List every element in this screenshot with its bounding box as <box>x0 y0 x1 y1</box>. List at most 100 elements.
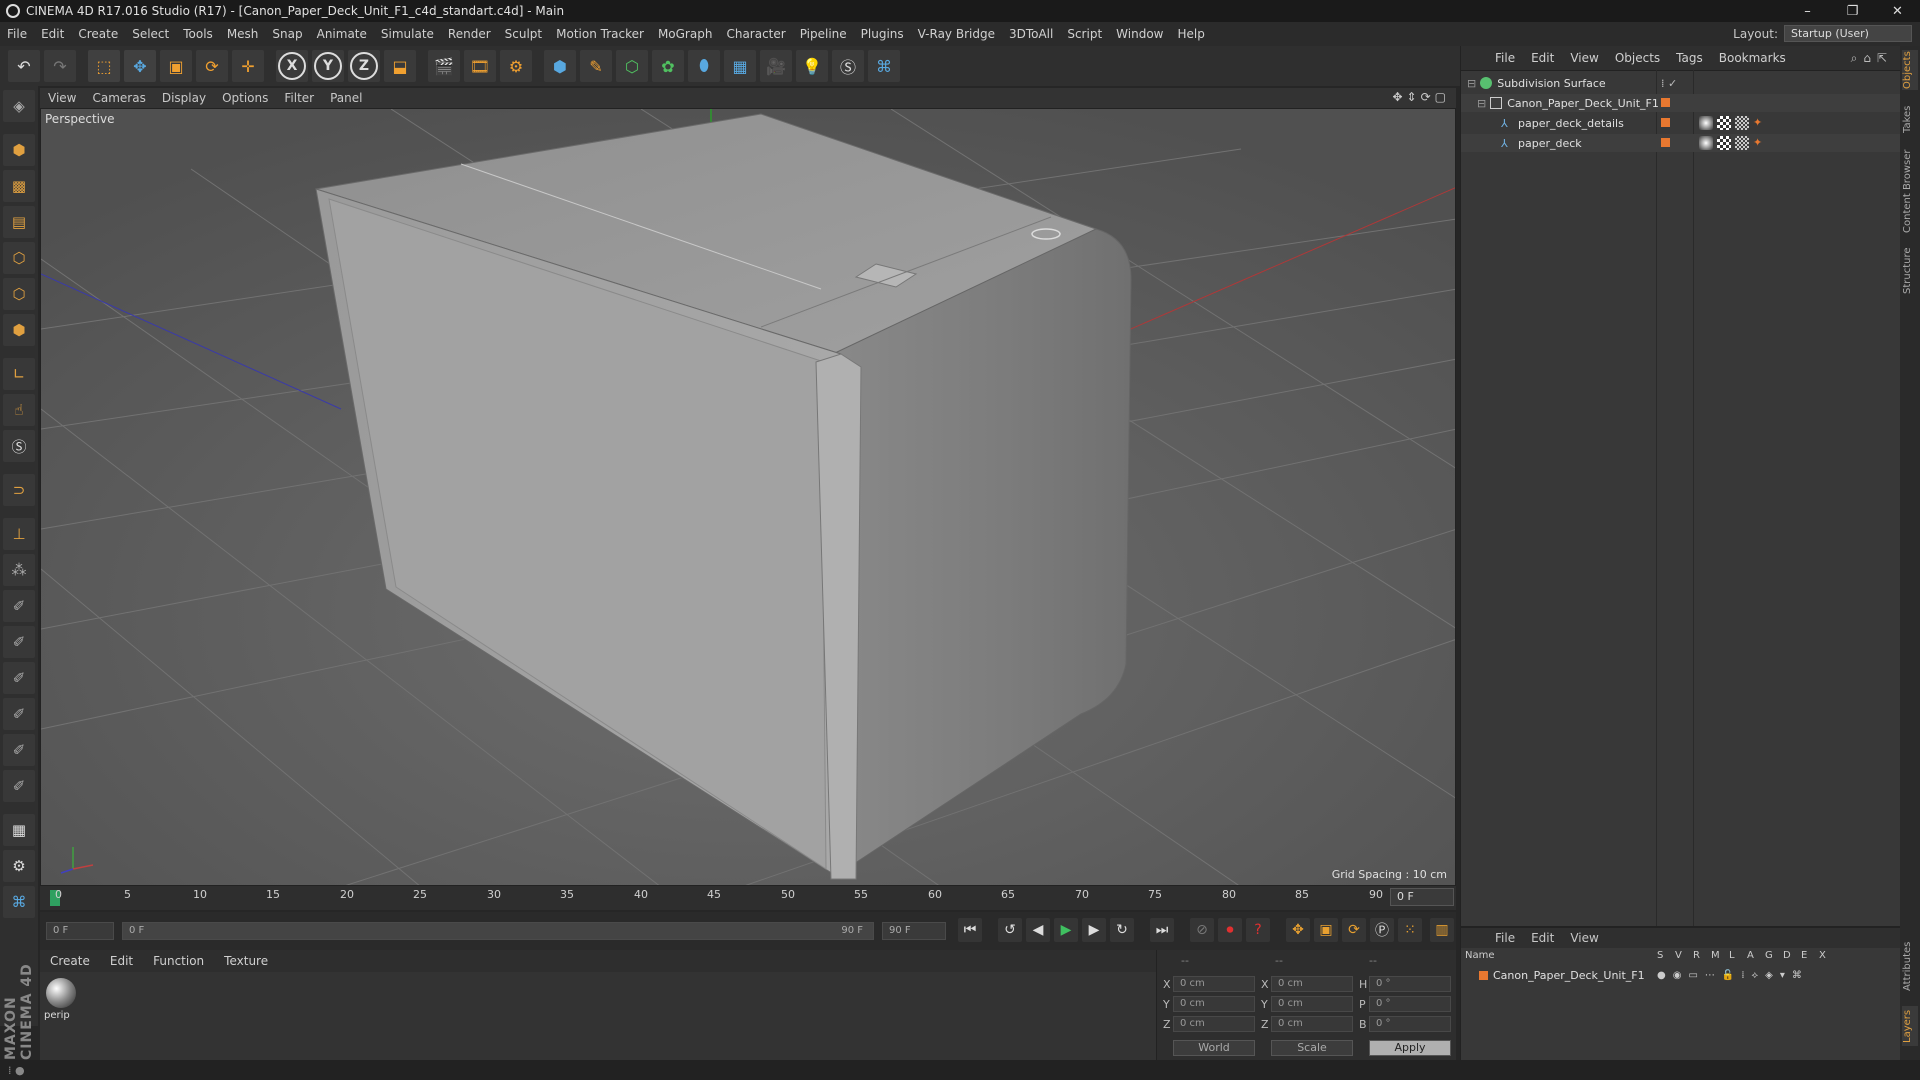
apply-button[interactable]: Apply <box>1369 1040 1451 1056</box>
object-row-paper-deck[interactable]: ⅄ paper_deck ✦ <box>1461 134 1901 152</box>
viewport-menu-filter[interactable]: Filter <box>276 91 322 105</box>
side-tab-takes[interactable]: Takes <box>1902 104 1918 134</box>
autokey-icon[interactable]: ? <box>1246 918 1270 942</box>
side-tab-attributes[interactable]: Attributes <box>1902 936 1918 996</box>
texture-mode-icon[interactable]: ▩ <box>3 170 35 202</box>
make-editable-icon[interactable]: ◈ <box>3 90 35 122</box>
menu-mograph[interactable]: MoGraph <box>651 27 720 41</box>
minimize-button[interactable]: – <box>1785 0 1830 22</box>
coord-size-y-field[interactable]: 0 cm <box>1271 996 1353 1012</box>
next-frame-icon[interactable]: ▶ <box>1082 918 1106 942</box>
objects-menu-bookmarks[interactable]: Bookmarks <box>1711 51 1794 65</box>
go-to-start-icon[interactable]: ⏮ <box>958 918 982 942</box>
spline-pen-icon[interactable]: ✎ <box>580 50 612 82</box>
floor-icon[interactable]: ▦ <box>724 50 756 82</box>
layer-flag-icons[interactable]: ●◉▭⋯🔓⁞⟡◈▾⌘ <box>1657 970 1809 981</box>
menu-vray-bridge[interactable]: V-Ray Bridge <box>911 27 1002 41</box>
motion-record-icon[interactable]: ⊘ <box>1190 918 1214 942</box>
quantize-icon[interactable]: ⁂ <box>3 554 35 586</box>
restore-button[interactable]: ❐ <box>1830 0 1875 22</box>
menu-script[interactable]: Script <box>1060 27 1109 41</box>
phong-tag-icon[interactable]: ✦ <box>1753 116 1767 130</box>
brush-final-icon[interactable]: ✐ <box>3 770 35 802</box>
end-frame-field[interactable]: 90 F <box>882 922 946 940</box>
frame-range-slider[interactable]: 0 F 90 F <box>122 922 874 940</box>
vray-icon[interactable]: Ⓢ <box>832 50 864 82</box>
workplane-mode-icon[interactable]: ▤ <box>3 206 35 238</box>
render-settings-icon[interactable]: ⚙ <box>500 50 532 82</box>
viewport-navigation-icons[interactable]: ✥⇕⟳▢ <box>1392 90 1450 104</box>
last-tool-icon[interactable]: ✛ <box>232 50 264 82</box>
brush-settings-icon[interactable]: ✐ <box>3 698 35 730</box>
polygons-mode-icon[interactable]: ⬢ <box>3 314 35 346</box>
timeline-ruler[interactable]: 0 5 10 15 20 25 30 35 40 45 50 55 60 65 … <box>40 886 1456 910</box>
material-tag-icon[interactable] <box>1699 116 1713 130</box>
viewport-menu-cameras[interactable]: Cameras <box>84 91 153 105</box>
uvw-tag-icon[interactable] <box>1717 136 1731 150</box>
snap-icon[interactable]: Ⓢ <box>3 430 35 462</box>
key-scale-icon[interactable]: ▣ <box>1314 918 1338 942</box>
camera-icon[interactable]: 🎥 <box>760 50 792 82</box>
layout-dropdown[interactable]: Startup (User) <box>1784 25 1912 42</box>
side-tab-structure[interactable]: Structure <box>1902 246 1918 296</box>
coord-size-x-field[interactable]: 0 cm <box>1271 976 1353 992</box>
brush-p-icon[interactable]: ✐ <box>3 590 35 622</box>
objects-menu-view[interactable]: View <box>1562 51 1606 65</box>
material-menu-texture[interactable]: Texture <box>214 954 278 968</box>
coordinate-mode-dropdown[interactable]: World <box>1173 1040 1255 1056</box>
objects-menu-edit[interactable]: Edit <box>1523 51 1562 65</box>
viewport-menu-view[interactable]: View <box>40 91 84 105</box>
brush-extra-icon[interactable]: ✐ <box>3 734 35 766</box>
layers-menu-view[interactable]: View <box>1562 931 1606 945</box>
x-axis-lock-icon[interactable]: X <box>276 50 308 82</box>
objects-menu-file[interactable]: File <box>1487 51 1523 65</box>
cube-primitive-icon[interactable]: ⬢ <box>544 50 576 82</box>
menu-window[interactable]: Window <box>1109 27 1170 41</box>
side-tab-objects[interactable]: Objects <box>1902 50 1918 90</box>
grid-lock-icon[interactable]: ▦ <box>3 814 35 846</box>
previous-frame-icon[interactable]: ◀ <box>1026 918 1050 942</box>
coord-rot-b-field[interactable]: 0 ° <box>1369 1016 1451 1032</box>
rotate-tool-icon[interactable]: ⟳ <box>196 50 228 82</box>
menu-render[interactable]: Render <box>441 27 498 41</box>
perspective-viewport[interactable]: Perspective Grid Spacing : 10 cm <box>40 108 1456 886</box>
menu-select[interactable]: Select <box>125 27 176 41</box>
material-name-label[interactable]: perip <box>44 1010 70 1021</box>
deformer-icon[interactable]: ⬮ <box>688 50 720 82</box>
coord-pos-y-field[interactable]: 0 cm <box>1173 996 1255 1012</box>
brush-r-icon[interactable]: ✐ <box>3 626 35 658</box>
layers-menu-edit[interactable]: Edit <box>1523 931 1562 945</box>
y-axis-lock-icon[interactable]: Y <box>312 50 344 82</box>
magnet-icon[interactable]: ⊃ <box>3 474 35 506</box>
side-tab-layers[interactable]: Layers <box>1902 1006 1918 1046</box>
model-mode-icon[interactable]: ⬢ <box>3 134 35 166</box>
menu-help[interactable]: Help <box>1170 27 1211 41</box>
python-script-icon[interactable]: ⌘ <box>3 886 35 918</box>
uvw-tag-icon[interactable] <box>1717 116 1731 130</box>
light-icon[interactable]: 💡 <box>796 50 828 82</box>
layers-menu-file[interactable]: File <box>1487 931 1523 945</box>
key-position-icon[interactable]: ✥ <box>1286 918 1310 942</box>
texture-tag-icon[interactable] <box>1735 116 1749 130</box>
start-frame-field[interactable]: 0 F <box>46 922 114 940</box>
object-row-paper-deck-details[interactable]: ⅄ paper_deck_details ✦ <box>1461 114 1901 132</box>
coord-size-z-field[interactable]: 0 cm <box>1271 1016 1353 1032</box>
previous-key-icon[interactable]: ↺ <box>998 918 1022 942</box>
texture-tag-icon[interactable] <box>1735 136 1749 150</box>
menu-edit[interactable]: Edit <box>34 27 71 41</box>
subdivision-surface-icon[interactable]: ⬡ <box>616 50 648 82</box>
record-keys-icon[interactable]: ⏺ <box>1218 918 1242 942</box>
menu-3dtoall[interactable]: 3DToAll <box>1002 27 1060 41</box>
z-axis-lock-icon[interactable]: Z <box>348 50 380 82</box>
menu-animate[interactable]: Animate <box>310 27 374 41</box>
snap-settings-icon[interactable]: ⚙ <box>3 850 35 882</box>
key-parameter-icon[interactable]: Ⓟ <box>1370 918 1394 942</box>
move-tool-icon[interactable]: ✥ <box>124 50 156 82</box>
material-menu-create[interactable]: Create <box>40 954 100 968</box>
phong-tag-icon[interactable]: ✦ <box>1753 136 1767 150</box>
undo-icon[interactable]: ↶ <box>8 50 40 82</box>
cloner-icon[interactable]: ✿ <box>652 50 684 82</box>
side-tab-content-browser[interactable]: Content Browser <box>1902 146 1918 236</box>
edges-mode-icon[interactable]: ⬡ <box>3 278 35 310</box>
viewport-menu-panel[interactable]: Panel <box>322 91 370 105</box>
